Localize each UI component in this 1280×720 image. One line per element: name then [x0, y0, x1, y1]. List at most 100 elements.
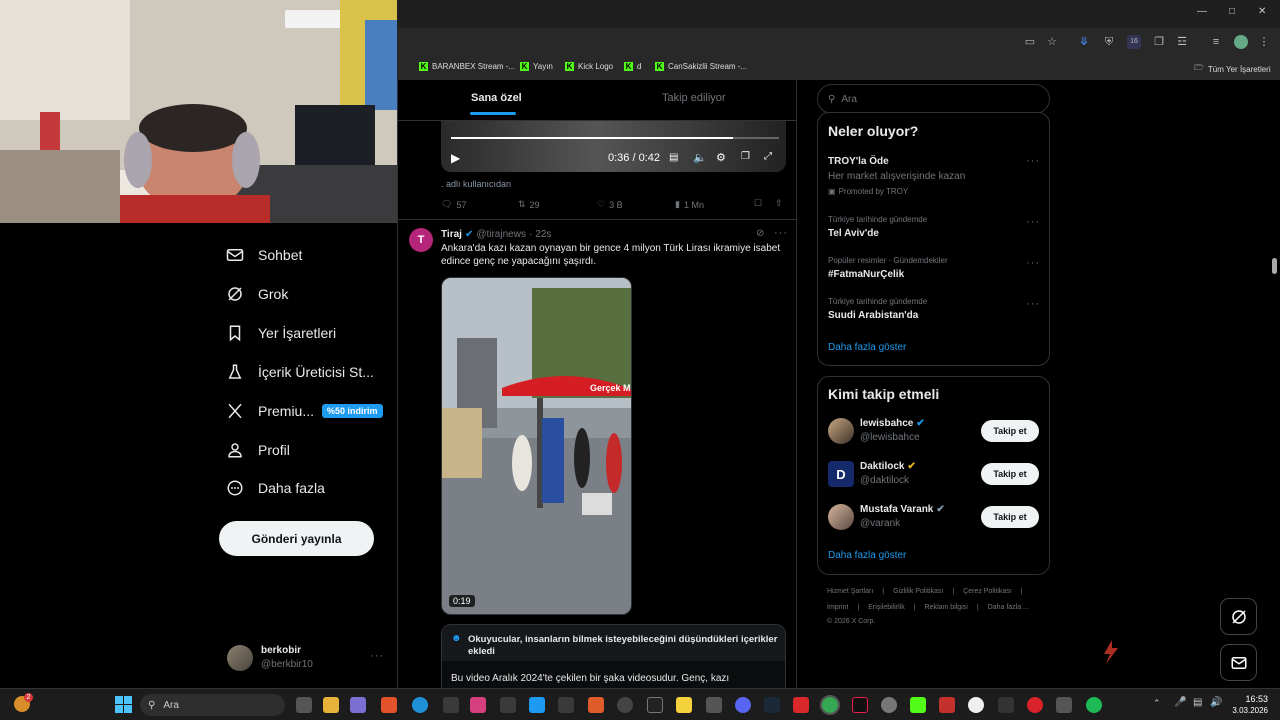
more-icon[interactable]: ··· [1026, 216, 1040, 228]
more-icon[interactable]: ··· [1026, 155, 1040, 167]
tweet-video[interactable]: Gerçek Mu 0:19 [441, 277, 632, 615]
install-icon[interactable]: ▭ [1023, 35, 1037, 49]
app-icon[interactable] [588, 697, 604, 713]
trend-item[interactable]: Suudi Arabistan'da [828, 310, 918, 321]
edge-icon[interactable] [412, 697, 428, 713]
suggested-user-name[interactable]: lewisbahce ✔ [860, 418, 925, 429]
pip-icon[interactable]: ❐ [741, 151, 750, 162]
task-view-icon[interactable] [296, 697, 312, 713]
yandex-icon[interactable] [968, 697, 984, 713]
youtube-icon[interactable] [793, 697, 809, 713]
bookmark-item[interactable]: K Kick Logo [565, 62, 613, 71]
avatar[interactable]: D [828, 461, 854, 487]
footer-link[interactable]: Gizlilik Politikası [893, 588, 943, 595]
bookmark-icon[interactable]: ☐ [754, 198, 762, 209]
scrollbar-thumb[interactable] [1272, 258, 1277, 274]
fullscreen-icon[interactable]: ⤢ [764, 151, 772, 162]
nav-item-chat[interactable]: Sohbet [226, 243, 302, 267]
minimize-icon[interactable]: — [1197, 6, 1207, 17]
app-icon[interactable] [998, 697, 1014, 713]
copilot-icon[interactable] [350, 697, 366, 713]
bookmark-item[interactable]: K BARANBEX Stream -... [419, 62, 515, 71]
extension-badge-icon[interactable]: 16 [1127, 35, 1141, 49]
footer-link[interactable]: Çerez Politikası [963, 588, 1012, 595]
footer-link[interactable]: İmprint [827, 604, 848, 611]
app-icon[interactable] [706, 697, 722, 713]
spotify-icon[interactable] [1086, 697, 1102, 713]
snapchat-icon[interactable] [676, 697, 692, 713]
share-icon[interactable]: ⇧ [775, 198, 783, 209]
app-icon[interactable] [939, 697, 955, 713]
avatar[interactable] [828, 504, 854, 530]
more-icon[interactable]: ··· [1026, 257, 1040, 269]
clock-time[interactable]: 16:53 [1234, 694, 1268, 704]
brave-icon[interactable] [381, 697, 397, 713]
microphone-icon[interactable]: 🎤 [1174, 697, 1186, 708]
footer-link[interactable]: Reklam bilgisi [925, 604, 968, 611]
puzzle-icon[interactable]: ☲ [1175, 35, 1189, 49]
reply-button[interactable]: 🗨 57 [441, 199, 466, 210]
app-icon[interactable] [558, 697, 574, 713]
grok-float-button[interactable] [1220, 598, 1257, 635]
volume-icon[interactable]: 🔈 [693, 151, 707, 164]
search-input[interactable]: ⚲ Ara [817, 84, 1050, 114]
follow-button[interactable]: Takip et [981, 463, 1039, 485]
avatar[interactable] [828, 418, 854, 444]
star-icon[interactable]: ☆ [1045, 35, 1059, 49]
show-more-link[interactable]: Daha fazla göster [828, 342, 906, 353]
avatar[interactable]: T [409, 228, 433, 252]
taskbar-search[interactable]: ⚲ Ara [140, 694, 285, 716]
reading-list-icon[interactable]: ≡ [1209, 35, 1223, 49]
app-icon[interactable] [1056, 697, 1072, 713]
file-explorer-icon[interactable] [323, 697, 339, 713]
grok-icon[interactable]: ⊘ [756, 228, 764, 239]
like-button[interactable]: ♡ 3 B [597, 199, 623, 210]
close-icon[interactable]: ✕ [1258, 6, 1266, 17]
tab-for-you[interactable]: Sana özel [471, 92, 522, 104]
nav-item-more[interactable]: Daha fazla [226, 476, 325, 500]
account-menu-icon[interactable]: ··· [370, 650, 384, 662]
epic-games-icon[interactable] [647, 697, 663, 713]
nav-item-grok[interactable]: Grok [226, 282, 288, 306]
speedtest-icon[interactable] [617, 697, 633, 713]
telegram-icon[interactable] [529, 697, 545, 713]
opera-icon[interactable] [1027, 697, 1043, 713]
views-button[interactable]: ▮ 1 Mn [675, 199, 704, 210]
community-note[interactable]: ☻ Okuyucular, insanların bilmek isteyebi… [441, 624, 786, 688]
shield-icon[interactable]: ⛨ [1102, 35, 1116, 49]
tiktok-icon[interactable] [852, 697, 868, 713]
menu-dots-icon[interactable]: ⋮ [1257, 35, 1271, 49]
kick-icon[interactable] [910, 697, 926, 713]
messages-float-button[interactable] [1220, 644, 1257, 681]
captions-icon[interactable]: ▤ [669, 152, 678, 163]
more-icon[interactable]: ··· [774, 227, 788, 239]
tray-chevron-icon[interactable]: ⌃ [1153, 698, 1161, 709]
discord-icon[interactable] [735, 697, 751, 713]
trend-item[interactable]: Tel Aviv'de [828, 228, 879, 239]
show-more-link[interactable]: Daha fazla göster [828, 550, 906, 561]
more-icon[interactable]: ··· [1026, 298, 1040, 310]
app-icon[interactable] [443, 697, 459, 713]
bookmark-item[interactable]: Kd [624, 62, 641, 71]
nav-item-profile[interactable]: Profil [226, 438, 290, 462]
nav-item-bookmarks[interactable]: Yer İşaretleri [226, 321, 336, 345]
avatar[interactable] [227, 645, 253, 671]
steam-icon[interactable] [764, 697, 780, 713]
tab-following[interactable]: Takip ediliyor [662, 92, 726, 104]
clock-date[interactable]: 3.03.2026 [1224, 706, 1268, 715]
bookmark-item[interactable]: K CanSakizlii Stream -... [655, 62, 747, 71]
footer-link[interactable]: Daha fazla ... [988, 604, 1029, 611]
nav-item-premium[interactable]: Premiu... [226, 399, 314, 423]
bookmark-item[interactable]: K Yayın [520, 62, 553, 71]
post-button[interactable]: Gönderi yayınla [219, 521, 374, 556]
suggested-user-name[interactable]: Daktilock ✔ [860, 461, 916, 472]
video-player[interactable]: ▶ 0:36 / 0:42 ▤ 🔈 ⚙ ❐ ⤢ [441, 121, 786, 172]
footer-link[interactable]: Hizmet Şartları [827, 588, 873, 595]
repost-button[interactable]: ⇅ 29 [518, 199, 540, 210]
suggested-user-name[interactable]: Mustafa Varank ✔ [860, 504, 945, 515]
play-icon[interactable]: ▶ [451, 151, 460, 165]
instagram-icon[interactable] [470, 697, 486, 713]
windows-start-icon[interactable] [115, 696, 132, 713]
app-icon[interactable] [500, 697, 516, 713]
profile-avatar-icon[interactable] [1234, 35, 1248, 49]
